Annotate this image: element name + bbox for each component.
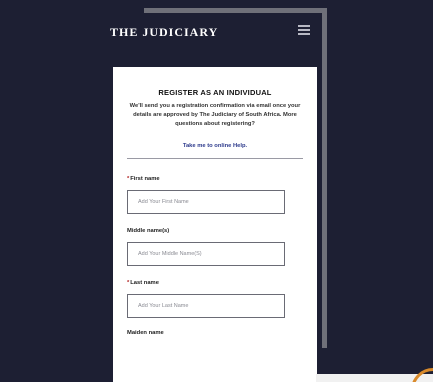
middle-name-input[interactable] [127, 242, 285, 266]
first-name-label-text: First name [130, 176, 160, 182]
site-title[interactable]: THE JUDICIARY [110, 25, 218, 40]
last-name-input[interactable] [127, 294, 285, 318]
site-header: THE JUDICIARY [102, 22, 328, 42]
first-name-input[interactable] [127, 190, 285, 214]
first-name-label: *First name [127, 176, 303, 182]
page: THE JUDICIARY REGISTER AS AN INDIVIDUAL … [0, 0, 433, 382]
menu-line [298, 25, 310, 27]
last-name-label-text: Last name [130, 280, 159, 286]
menu-line [298, 29, 310, 31]
hamburger-menu-icon[interactable] [298, 25, 310, 35]
registration-card: REGISTER AS AN INDIVIDUAL We'll send you… [113, 67, 317, 382]
middle-name-field: Middle name(s) [127, 228, 303, 266]
maiden-name-field: Maiden name [127, 330, 303, 336]
intro-text: We'll send you a registration confirmati… [129, 103, 301, 127]
online-help-link[interactable]: Take me to online Help. [127, 143, 303, 149]
maiden-name-label: Maiden name [127, 330, 164, 336]
divider [127, 158, 303, 159]
last-name-field: *Last name [127, 280, 303, 318]
first-name-field: *First name [127, 176, 303, 214]
required-marker: * [127, 176, 130, 182]
menu-line [298, 33, 310, 35]
page-title: REGISTER AS AN INDIVIDUAL [158, 88, 272, 97]
required-marker: * [127, 280, 130, 286]
middle-name-label: Middle name(s) [127, 228, 170, 234]
corner-accent-decoration [403, 364, 433, 382]
last-name-label: *Last name [127, 280, 303, 286]
